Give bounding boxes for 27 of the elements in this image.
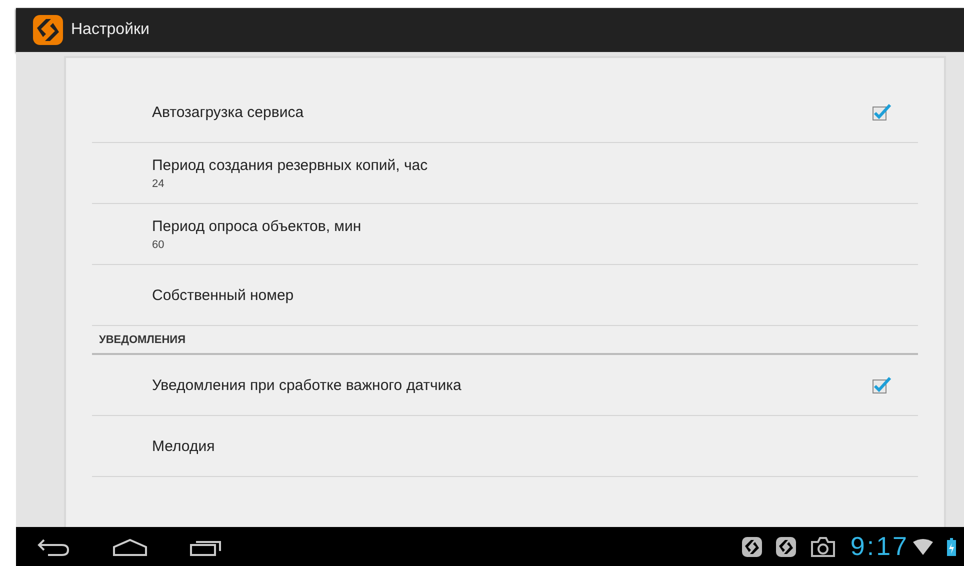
preference-title: Мелодия	[152, 438, 216, 454]
app-notification-icon	[742, 536, 762, 556]
preference-title: Период создания резервных копий, час	[152, 156, 429, 174]
category-header: УВЕДОМЛЕНИЯ	[99, 334, 186, 346]
preference-title: Период опроса объектов, мин	[152, 218, 362, 234]
preference-row[interactable]: Мелодия	[92, 416, 918, 477]
battery-icon	[947, 538, 956, 556]
home-icon[interactable]	[112, 536, 148, 556]
back-icon[interactable]	[36, 536, 72, 556]
preference-row[interactable]: Автозагрузка сервиса	[92, 82, 918, 143]
preference-row[interactable]: Собственный номер	[92, 265, 918, 326]
wifi-icon	[913, 538, 933, 554]
app-logo-icon[interactable]	[33, 15, 63, 45]
preference-value: 24	[152, 178, 166, 190]
preference-title: Собственный номер	[152, 286, 295, 304]
preference-title: Уведомления при сработке важного датчика	[152, 376, 462, 394]
app-notification-icon	[776, 536, 796, 556]
checkbox[interactable]	[872, 103, 892, 121]
preference-row[interactable]: Период создания резервных копий, час 24	[92, 143, 918, 204]
preference-title: Автозагрузка сервиса	[152, 104, 305, 120]
preference-row[interactable]: Период опроса объектов, мин 60	[92, 204, 918, 265]
preference-value: 60	[152, 238, 166, 250]
screen-title: Настройки	[71, 21, 150, 39]
clock-time: 9:17	[850, 531, 909, 562]
checkbox[interactable]	[872, 376, 892, 394]
camera-icon	[810, 536, 836, 558]
preference-row[interactable]: Уведомления при сработке важного датчика	[92, 355, 918, 416]
